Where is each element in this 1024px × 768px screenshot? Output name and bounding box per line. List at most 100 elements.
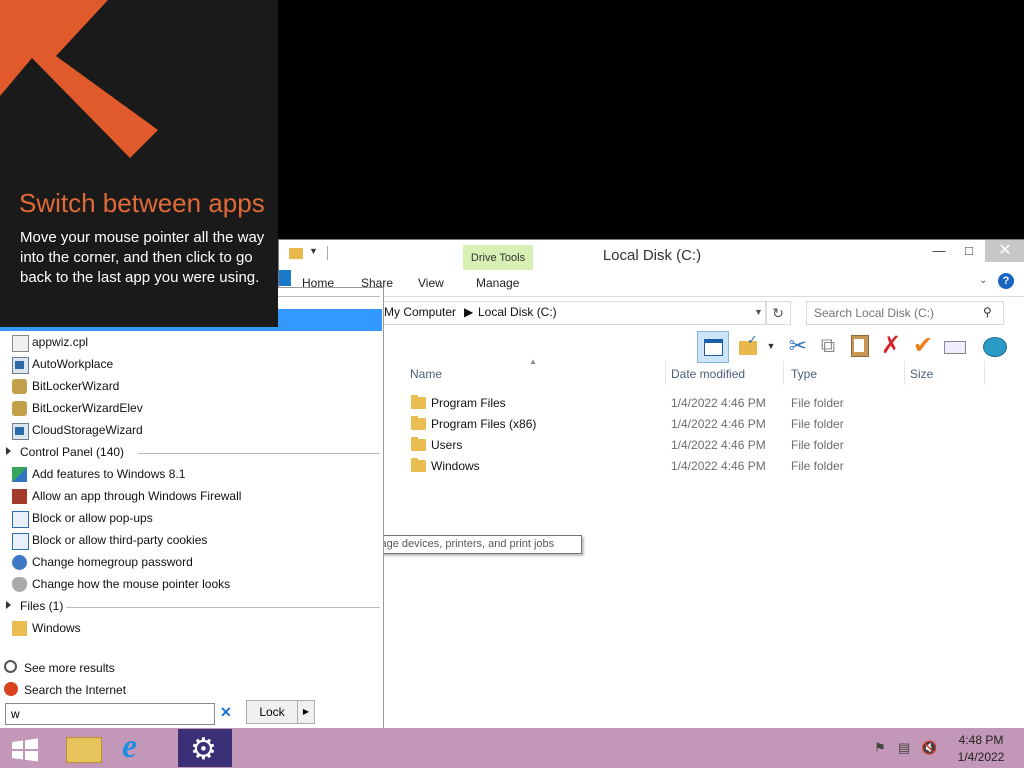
tab-file[interactable] (279, 270, 291, 286)
window-title: Local Disk (C:) (602, 247, 702, 264)
file-type: File folder (791, 459, 844, 473)
clock-date[interactable]: 1/4/2022 (953, 750, 1009, 764)
column-divider[interactable] (904, 361, 905, 385)
column-divider[interactable] (665, 361, 666, 385)
ribbon-tabs: Home Share View Manage ⌄ ? (279, 270, 1024, 297)
cut-icon[interactable]: ✂ (784, 332, 812, 360)
folder-icon (411, 416, 426, 430)
search-internet-label: Search the Internet (24, 683, 127, 697)
search-box[interactable]: ⚲ (806, 301, 1004, 325)
start-search-box[interactable] (5, 703, 215, 725)
result-appwiz[interactable]: appwiz.cpl (12, 332, 372, 354)
firewall-icon (12, 489, 27, 504)
delete-icon[interactable]: ✗ (877, 332, 905, 360)
result-label: Block or allow third-party cookies (32, 533, 208, 547)
result-homegroup[interactable]: Change homegroup password (12, 552, 372, 574)
action-center-flag-icon[interactable]: ⚑ (874, 740, 890, 756)
app-window-icon (12, 423, 29, 440)
app-window-icon (12, 357, 29, 374)
file-date: 1/4/2022 4:46 PM (671, 438, 766, 452)
column-header-date[interactable]: Date modified (671, 367, 745, 381)
rename-icon[interactable] (940, 332, 968, 360)
minimize-button[interactable]: — (924, 240, 954, 262)
refresh-button[interactable]: ↻ (765, 301, 791, 325)
search-input[interactable] (812, 305, 976, 321)
see-more-results-link[interactable]: See more results (4, 658, 304, 678)
breadcrumb-my-computer[interactable]: My Computer (384, 305, 456, 319)
check-icon[interactable]: ✔ (909, 332, 937, 360)
globe-icon[interactable] (980, 332, 1008, 360)
maximize-button[interactable]: □ (954, 240, 984, 262)
result-popups[interactable]: Block or allow pop-ups (12, 508, 372, 530)
close-button[interactable]: ✕ (985, 240, 1024, 262)
control-panel-file-icon (12, 335, 29, 352)
group-label: Files (1) (20, 599, 64, 613)
result-label: AutoWorkplace (32, 357, 114, 371)
file-type: File folder (791, 396, 844, 410)
file-name: Program Files (431, 396, 506, 410)
folder-options-button[interactable]: ✓ (735, 332, 763, 360)
result-label: Add features to Windows 8.1 (32, 467, 186, 481)
group-files[interactable]: Files (1) (6, 597, 380, 617)
result-windows-folder[interactable]: Windows (12, 618, 372, 640)
search-results-flyout: appwiz.cpl AutoWorkplace BitLockerWizard… (0, 287, 384, 729)
file-row-windows[interactable]: Windows 1/4/2022 4:46 PM File folder (409, 456, 989, 477)
clear-search-icon[interactable]: ✕ (220, 704, 232, 721)
start-button-windows-icon[interactable] (4, 732, 44, 766)
result-label: Allow an app through Windows Firewall (32, 489, 242, 503)
group-control-panel[interactable]: Control Panel (140) (6, 443, 380, 463)
power-options-arrow-icon[interactable]: ▶ (297, 700, 315, 724)
divider (138, 453, 380, 454)
file-type: File folder (791, 417, 844, 431)
paste-icon[interactable] (845, 332, 873, 360)
browser-icon (4, 682, 18, 696)
taskbar-file-explorer[interactable] (58, 730, 112, 766)
network-icon[interactable]: ▤ (898, 740, 914, 756)
title-bar[interactable]: ▼ Drive Tools Local Disk (C:) — □ ✕ (279, 240, 1024, 271)
column-divider[interactable] (984, 361, 985, 385)
file-row-users[interactable]: Users 1/4/2022 4:46 PM File folder (409, 435, 989, 456)
file-explorer-window: ▼ Drive Tools Local Disk (C:) — □ ✕ Home… (278, 239, 1024, 730)
breadcrumb-separator-icon[interactable]: ▶ (464, 305, 473, 319)
file-explorer-icon (66, 737, 102, 763)
expand-arrow-icon (6, 601, 11, 609)
search-internet-link[interactable]: Search the Internet (4, 680, 304, 700)
preview-pane-button[interactable] (697, 331, 729, 363)
result-mouse-pointer[interactable]: Change how the mouse pointer looks (12, 574, 372, 596)
search-icon[interactable]: ⚲ (983, 305, 992, 319)
tab-manage[interactable]: Manage (476, 276, 519, 290)
breadcrumb-local-disk[interactable]: Local Disk (C:) (478, 305, 557, 319)
column-header-type[interactable]: Type (791, 367, 817, 381)
file-row-program-files[interactable]: Program Files 1/4/2022 4:46 PM File fold… (409, 393, 989, 414)
clock-time[interactable]: 4:48 PM (958, 733, 1004, 747)
result-bitlockerwizardelev[interactable]: BitLockerWizardElev (12, 398, 372, 420)
file-name: Windows (431, 459, 480, 473)
folder-icon (411, 437, 426, 451)
result-firewall[interactable]: Allow an app through Windows Firewall (12, 486, 372, 508)
start-search-input[interactable] (9, 704, 213, 724)
toolbar-dropdown-icon[interactable]: ▼ (765, 332, 777, 360)
column-divider[interactable] (783, 361, 784, 385)
file-name: Users (431, 438, 463, 452)
volume-muted-icon[interactable]: 🔇 (921, 740, 937, 756)
result-autoworkplace[interactable]: AutoWorkplace (12, 354, 372, 376)
tip-body: Move your mouse pointer all the way into… (20, 229, 265, 286)
bitlocker-icon (12, 379, 27, 394)
address-dropdown-icon[interactable]: ▼ (754, 307, 763, 317)
lock-button[interactable]: Lock (246, 700, 298, 724)
result-cookies[interactable]: Block or allow third-party cookies (12, 530, 372, 552)
taskbar-internet-explorer[interactable]: e (116, 728, 170, 766)
chevron-down-icon[interactable]: ⌄ (979, 275, 987, 286)
copy-icon[interactable]: ⧉ (814, 332, 842, 360)
result-label: Change how the mouse pointer looks (32, 577, 231, 591)
file-row-program-files-x86[interactable]: Program Files (x86) 1/4/2022 4:46 PM Fil… (409, 414, 989, 435)
tab-view[interactable]: View (418, 276, 444, 290)
taskbar-settings[interactable]: ⚙ (178, 729, 232, 767)
result-cloudstoragewizard[interactable]: CloudStorageWizard (12, 420, 372, 442)
column-header-name[interactable]: Name (410, 367, 442, 381)
result-bitlockerwizard[interactable]: BitLockerWizard (12, 376, 372, 398)
group-label: Control Panel (140) (20, 445, 125, 459)
column-header-size[interactable]: Size (910, 367, 933, 381)
help-icon[interactable]: ? (998, 273, 1014, 289)
result-add-features[interactable]: Add features to Windows 8.1 (12, 464, 372, 486)
